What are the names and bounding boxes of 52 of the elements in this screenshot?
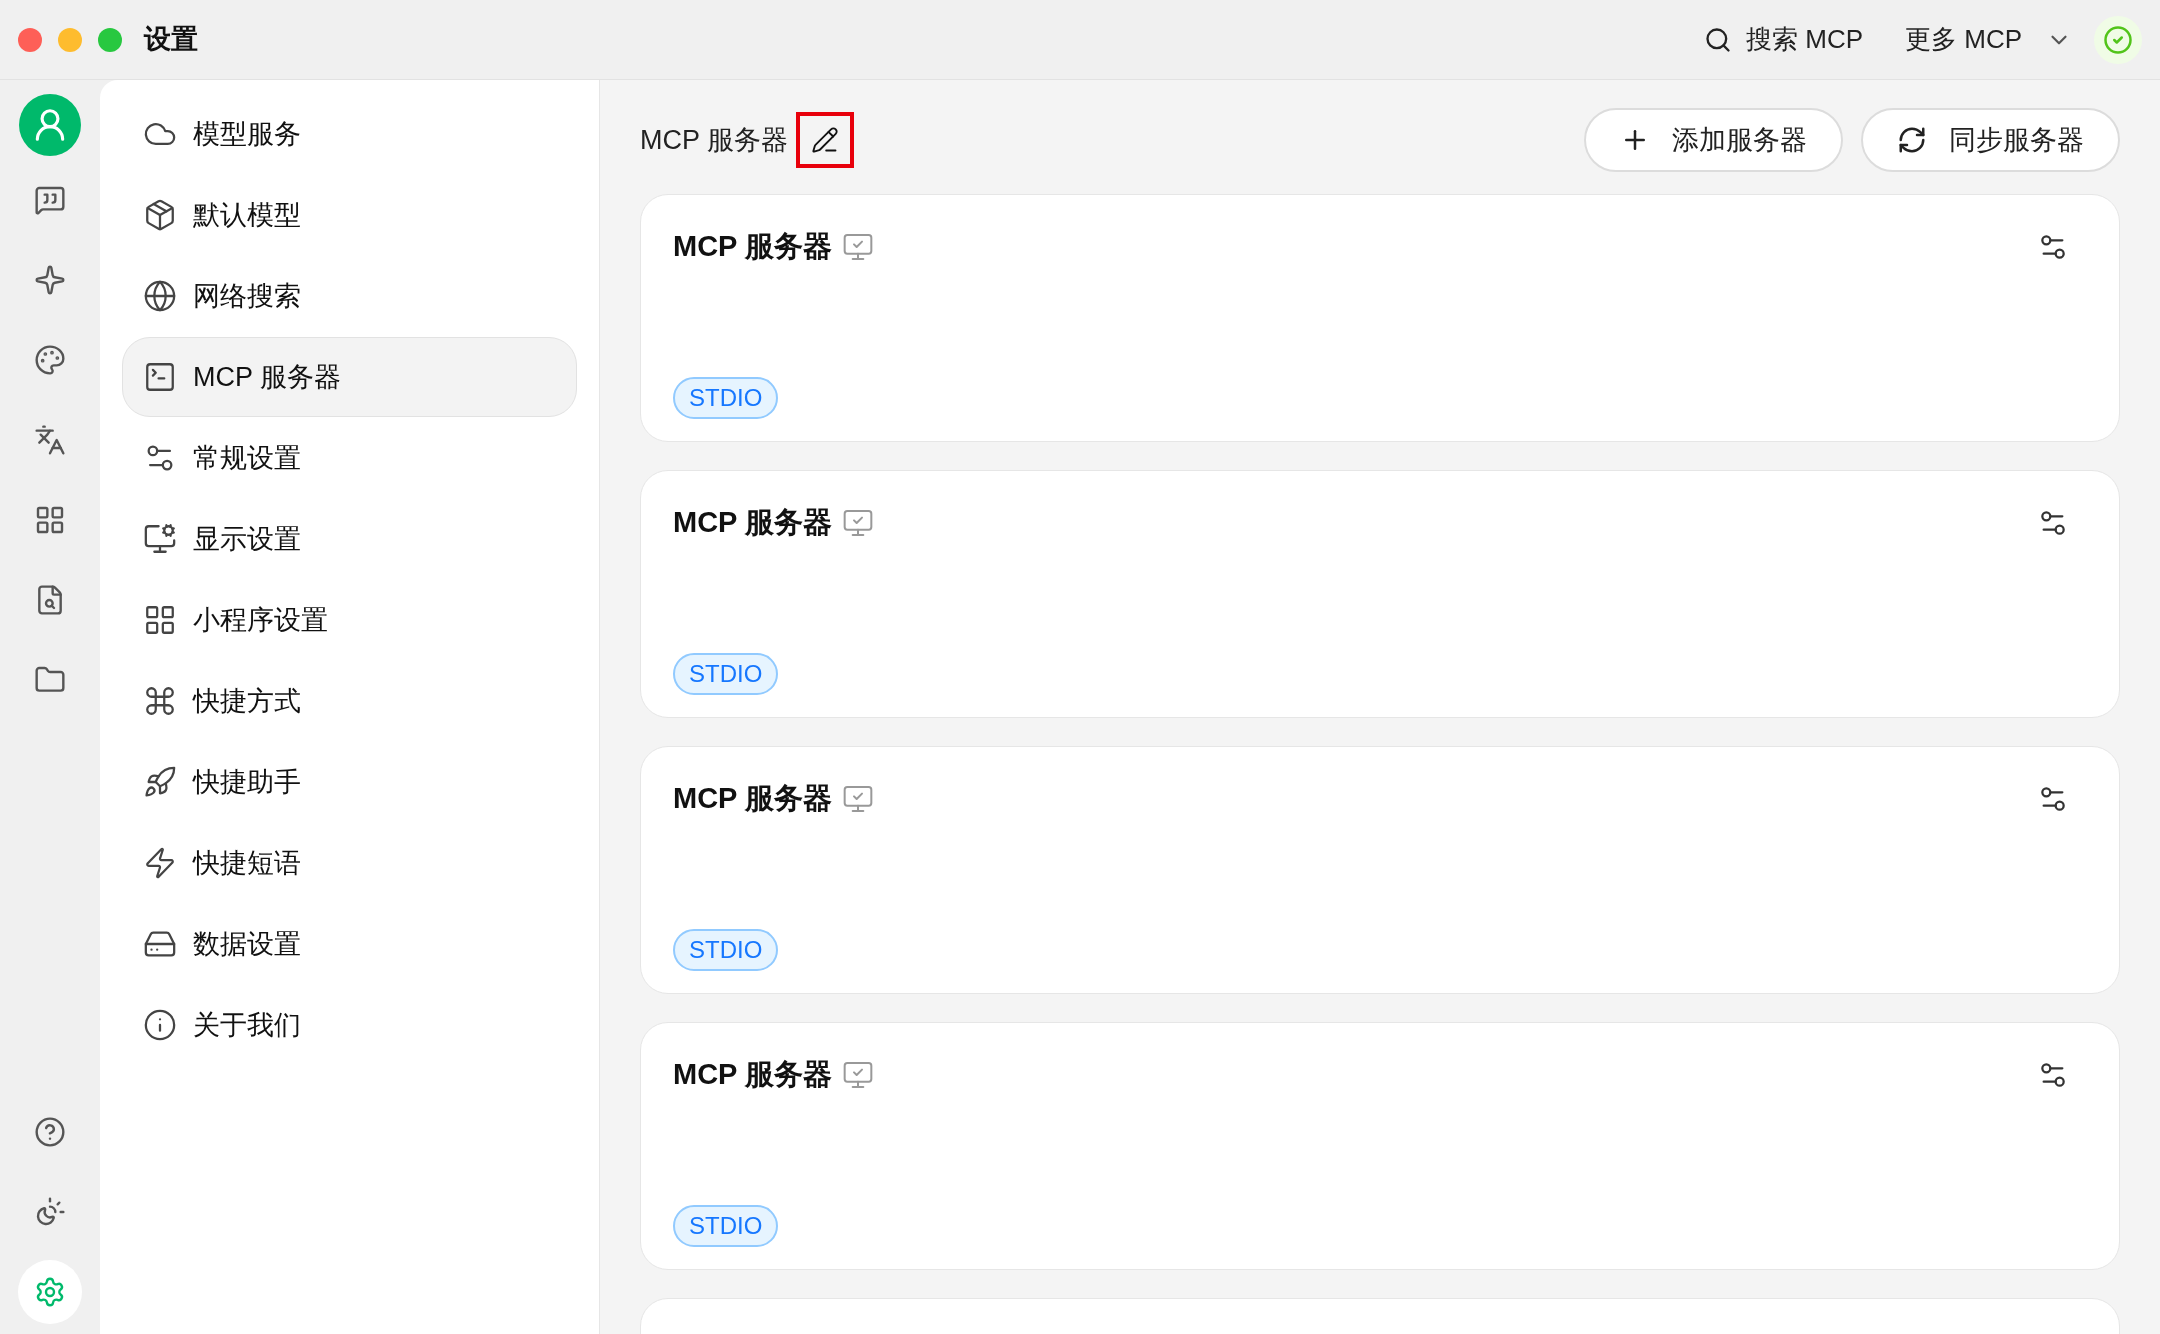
sidebar-item[interactable]: 快捷短语 bbox=[122, 823, 577, 903]
sidebar-item[interactable]: 快捷助手 bbox=[122, 742, 577, 822]
search-icon bbox=[1704, 25, 1732, 54]
sun-moon-icon bbox=[34, 1196, 66, 1228]
command-icon bbox=[143, 684, 177, 718]
server-name: MCP 服务器 bbox=[673, 229, 832, 264]
server-card[interactable]: MCP 服务器 STDIO bbox=[640, 1022, 2120, 1270]
monitor-gear-icon bbox=[143, 522, 177, 556]
sidebar-item[interactable]: 显示设置 bbox=[122, 499, 577, 579]
server-card[interactable]: MCP 服务器 STDIO bbox=[640, 470, 2120, 718]
sidebar-item[interactable]: 常规设置 bbox=[122, 418, 577, 498]
server-card[interactable]: MCP 服务器 STDIO bbox=[640, 194, 2120, 442]
more-dropdown[interactable]: 更多 MCP bbox=[1905, 20, 2072, 59]
sidebar-item[interactable]: 数据设置 bbox=[122, 904, 577, 984]
translate-icon bbox=[34, 424, 66, 456]
grid-icon bbox=[34, 504, 66, 536]
transport-tag: STDIO bbox=[673, 1205, 779, 1247]
rocket-icon bbox=[143, 765, 177, 799]
chat-icon bbox=[34, 184, 66, 216]
server-name: MCP 服务器 bbox=[673, 505, 832, 540]
globe-icon bbox=[143, 279, 177, 313]
add-server-button[interactable]: 添加服务器 bbox=[1584, 108, 1843, 172]
sidebar-item[interactable]: MCP 服务器 bbox=[122, 337, 577, 417]
server-name: MCP 服务器 bbox=[673, 781, 832, 816]
sidebar-item[interactable]: 快捷方式 bbox=[122, 661, 577, 741]
transport-tag: STDIO bbox=[673, 377, 779, 419]
sync-servers-button[interactable]: 同步服务器 bbox=[1861, 108, 2120, 172]
settings-icon bbox=[34, 1276, 66, 1308]
check-circle-icon bbox=[2103, 24, 2133, 55]
sidebar-item[interactable]: 模型服务 bbox=[122, 94, 577, 174]
page-title: MCP 服务器 bbox=[640, 123, 788, 157]
window-title: 设置 bbox=[144, 23, 198, 57]
search-button[interactable]: 搜索 MCP bbox=[1704, 20, 1863, 59]
pencil-icon bbox=[811, 126, 839, 154]
sidebar-item[interactable]: 关于我们 bbox=[122, 985, 577, 1065]
server-card[interactable]: MCP 服务器 STDIO bbox=[640, 746, 2120, 994]
lightning-icon bbox=[143, 846, 177, 880]
transport-tag: STDIO bbox=[673, 653, 779, 695]
sidebar-item[interactable]: 默认模型 bbox=[122, 175, 577, 255]
transport-tag: STDIO bbox=[673, 929, 779, 971]
sidebar-item[interactable]: 小程序设置 bbox=[122, 580, 577, 660]
terminal-icon bbox=[143, 360, 177, 394]
sidebar-item[interactable]: 网络搜索 bbox=[122, 256, 577, 336]
palette-icon bbox=[34, 344, 66, 376]
help-icon bbox=[34, 1116, 66, 1148]
info-icon bbox=[143, 1008, 177, 1042]
edit-button[interactable] bbox=[796, 112, 854, 168]
grid-icon bbox=[143, 603, 177, 637]
server-name: MCP 服务器 bbox=[673, 1057, 832, 1092]
sync-icon bbox=[1897, 125, 1927, 155]
cube-icon bbox=[143, 198, 177, 232]
sparkle-icon bbox=[34, 264, 66, 296]
